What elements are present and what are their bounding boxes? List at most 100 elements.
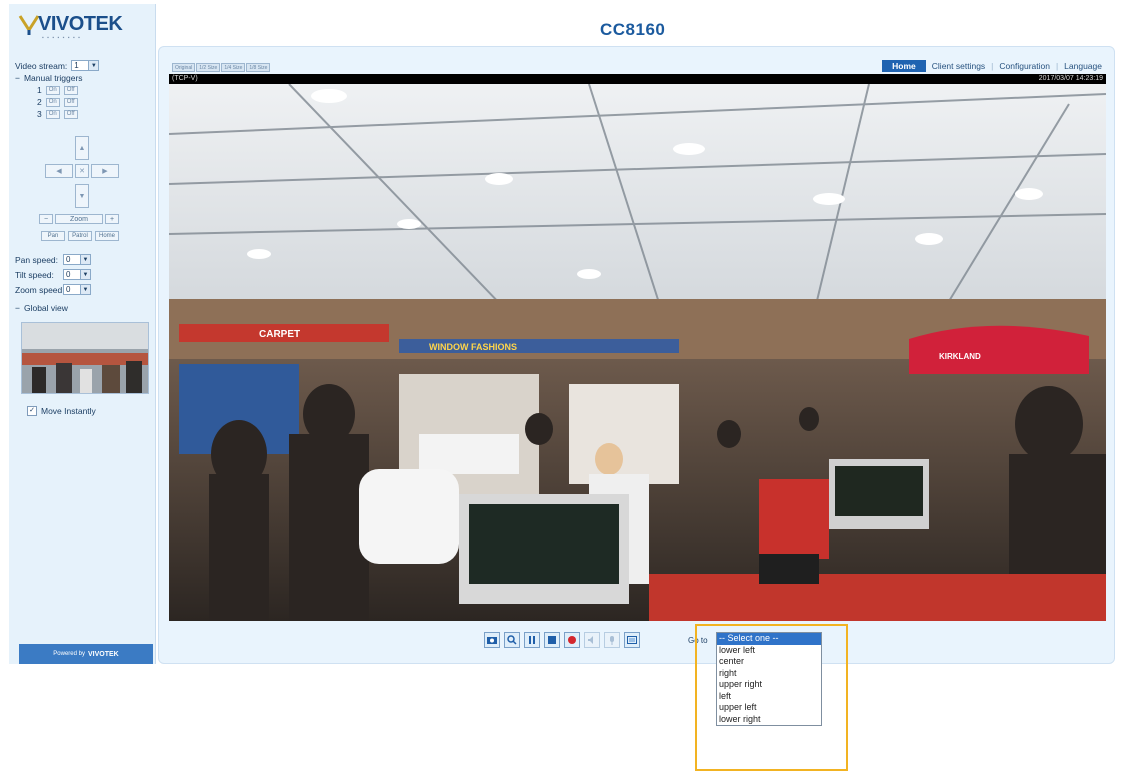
trigger-off-button[interactable]: Off: [63, 109, 78, 119]
size-original-button[interactable]: Original: [172, 63, 196, 72]
trigger-off-button[interactable]: Off: [63, 85, 78, 95]
tilt-speed-label: Tilt speed:: [15, 269, 54, 280]
move-instantly-checkbox-row[interactable]: ✓ Move Instantly: [27, 406, 96, 416]
chevron-down-icon: ▼: [80, 285, 90, 294]
chevron-down-icon: ▼: [88, 61, 99, 70]
ptz-control-pad: ▲ ▼ ◀ ▶ ✕: [45, 136, 125, 208]
page-title: CC8160: [600, 20, 666, 39]
nav-client-settings[interactable]: Client settings: [932, 61, 985, 71]
dropdown-option[interactable]: left: [717, 691, 821, 703]
goto-preset-dropdown[interactable]: -- Select one -- lower left center right…: [716, 632, 822, 726]
size-quarter-button[interactable]: 1/4 Size: [221, 63, 246, 72]
tilt-up-button[interactable]: ▲: [75, 136, 89, 160]
logo-text: VIVOTEK: [38, 13, 123, 35]
global-view-label: Global view: [23, 303, 68, 313]
window-fashions-sign: WINDOW FASHIONS: [429, 342, 517, 352]
video-stream-select[interactable]: 1 ▼: [71, 60, 100, 71]
pan-speed-row: Pan speed: 0 ▼: [15, 254, 91, 265]
chevron-down-icon: ▼: [80, 270, 90, 279]
nav-configuration[interactable]: Configuration: [999, 61, 1050, 71]
zoom-in-button[interactable]: +: [105, 214, 119, 224]
carpet-sign: CARPET: [259, 329, 300, 340]
powered-by-brand: VIVOTEK: [87, 650, 119, 658]
trigger-number: 1: [37, 85, 42, 95]
size-half-button[interactable]: 1/2 Size: [196, 63, 221, 72]
pan-speed-value: 0: [66, 255, 71, 264]
nav-home[interactable]: Home: [882, 60, 926, 72]
kirkland-sign: KIRKLAND: [939, 352, 981, 361]
tilt-down-button[interactable]: ▼: [75, 184, 89, 208]
zoom-row: − Zoom +: [39, 214, 119, 224]
size-eighth-button[interactable]: 1/8 Size: [246, 63, 271, 72]
pan-right-button[interactable]: ▶: [91, 164, 119, 178]
trigger-row: 2 On Off: [37, 97, 78, 107]
manual-triggers-label: Manual triggers: [23, 73, 83, 83]
tilt-speed-value: 0: [66, 270, 71, 279]
trigger-on-button[interactable]: On: [45, 97, 60, 107]
sidebar: VIVOTEK ▪ ▪ ▪ ▪ ▪ ▪ ▪ ▪ Video stream: 1 …: [9, 4, 156, 664]
patrol-button[interactable]: Patrol: [68, 231, 92, 241]
live-video-view[interactable]: (TCP-V) 2017/03/07 14:23:19 CARPET WINDO…: [169, 74, 1106, 621]
trigger-on-button[interactable]: On: [45, 109, 60, 119]
dropdown-option[interactable]: upper right: [717, 679, 821, 691]
pan-left-button[interactable]: ◀: [45, 164, 73, 178]
logo-tagline: ▪ ▪ ▪ ▪ ▪ ▪ ▪ ▪: [42, 35, 81, 41]
playback-controls: [484, 632, 640, 648]
video-stream-value: 1: [74, 61, 79, 70]
dropdown-option[interactable]: right: [717, 668, 821, 680]
home-button[interactable]: Home: [95, 231, 119, 241]
pan-button[interactable]: Pan: [41, 231, 65, 241]
zoom-out-button[interactable]: −: [39, 214, 53, 224]
zoom-speed-label: Zoom speed:: [15, 284, 65, 295]
move-instantly-label: Move Instantly: [41, 406, 96, 416]
trigger-row: 3 On Off: [37, 109, 78, 119]
logo-mark-icon: [18, 15, 40, 35]
nav-language[interactable]: Language: [1064, 61, 1102, 71]
fullscreen-icon[interactable]: [624, 632, 640, 648]
snapshot-icon[interactable]: [484, 632, 500, 648]
chevron-down-icon: ▼: [80, 255, 90, 264]
trigger-on-button[interactable]: On: [45, 85, 60, 95]
move-instantly-checkbox[interactable]: ✓: [27, 406, 37, 416]
dropdown-option[interactable]: lower right: [717, 714, 821, 726]
nav-separator: |: [1055, 61, 1059, 71]
global-view-header[interactable]: − Global view: [15, 303, 68, 313]
video-stream-label: Video stream:: [15, 60, 68, 71]
trigger-number: 2: [37, 97, 42, 107]
tilt-speed-select[interactable]: 0 ▼: [63, 269, 91, 280]
global-view-thumbnail[interactable]: [21, 322, 149, 394]
video-stream-row: Video stream: 1 ▼: [15, 60, 100, 71]
stream-protocol-label: (TCP-V): [172, 75, 198, 82]
manual-triggers-header[interactable]: − Manual triggers: [15, 73, 83, 83]
dropdown-option[interactable]: -- Select one --: [717, 633, 821, 645]
pan-speed-label: Pan speed:: [15, 254, 59, 265]
home-position-button[interactable]: ✕: [75, 164, 89, 178]
dropdown-option[interactable]: center: [717, 656, 821, 668]
volume-icon[interactable]: [584, 632, 600, 648]
goto-label: Go to: [688, 636, 708, 645]
powered-by-text: Powered by: [53, 651, 85, 657]
powered-by-badge: Powered by VIVOTEK: [19, 644, 153, 664]
collapse-icon: −: [15, 303, 20, 313]
trigger-off-button[interactable]: Off: [63, 97, 78, 107]
function-buttons: Pan Patrol Home: [41, 231, 119, 241]
zoom-speed-row: Zoom speed: 0 ▼: [15, 284, 91, 295]
vivotek-logo: VIVOTEK ▪ ▪ ▪ ▪ ▪ ▪ ▪ ▪: [18, 10, 138, 42]
pan-speed-select[interactable]: 0 ▼: [63, 254, 91, 265]
record-icon[interactable]: [564, 632, 580, 648]
tilt-speed-row: Tilt speed: 0 ▼: [15, 269, 91, 280]
dropdown-option[interactable]: upper left: [717, 702, 821, 714]
top-navigation: Home Client settings | Configuration | L…: [882, 60, 1102, 72]
zoom-speed-value: 0: [66, 285, 71, 294]
dropdown-option[interactable]: lower left: [717, 645, 821, 657]
view-size-buttons: Original 1/2 Size 1/4 Size 1/8 Size: [172, 63, 271, 72]
zoom-label: Zoom: [55, 214, 103, 224]
talk-icon[interactable]: [604, 632, 620, 648]
digital-zoom-icon[interactable]: [504, 632, 520, 648]
pause-icon[interactable]: [524, 632, 540, 648]
collapse-icon: −: [15, 73, 20, 83]
stop-icon[interactable]: [544, 632, 560, 648]
trigger-row: 1 On Off: [37, 85, 78, 95]
zoom-speed-select[interactable]: 0 ▼: [63, 284, 91, 295]
video-timestamp: 2017/03/07 14:23:19: [1038, 75, 1103, 82]
